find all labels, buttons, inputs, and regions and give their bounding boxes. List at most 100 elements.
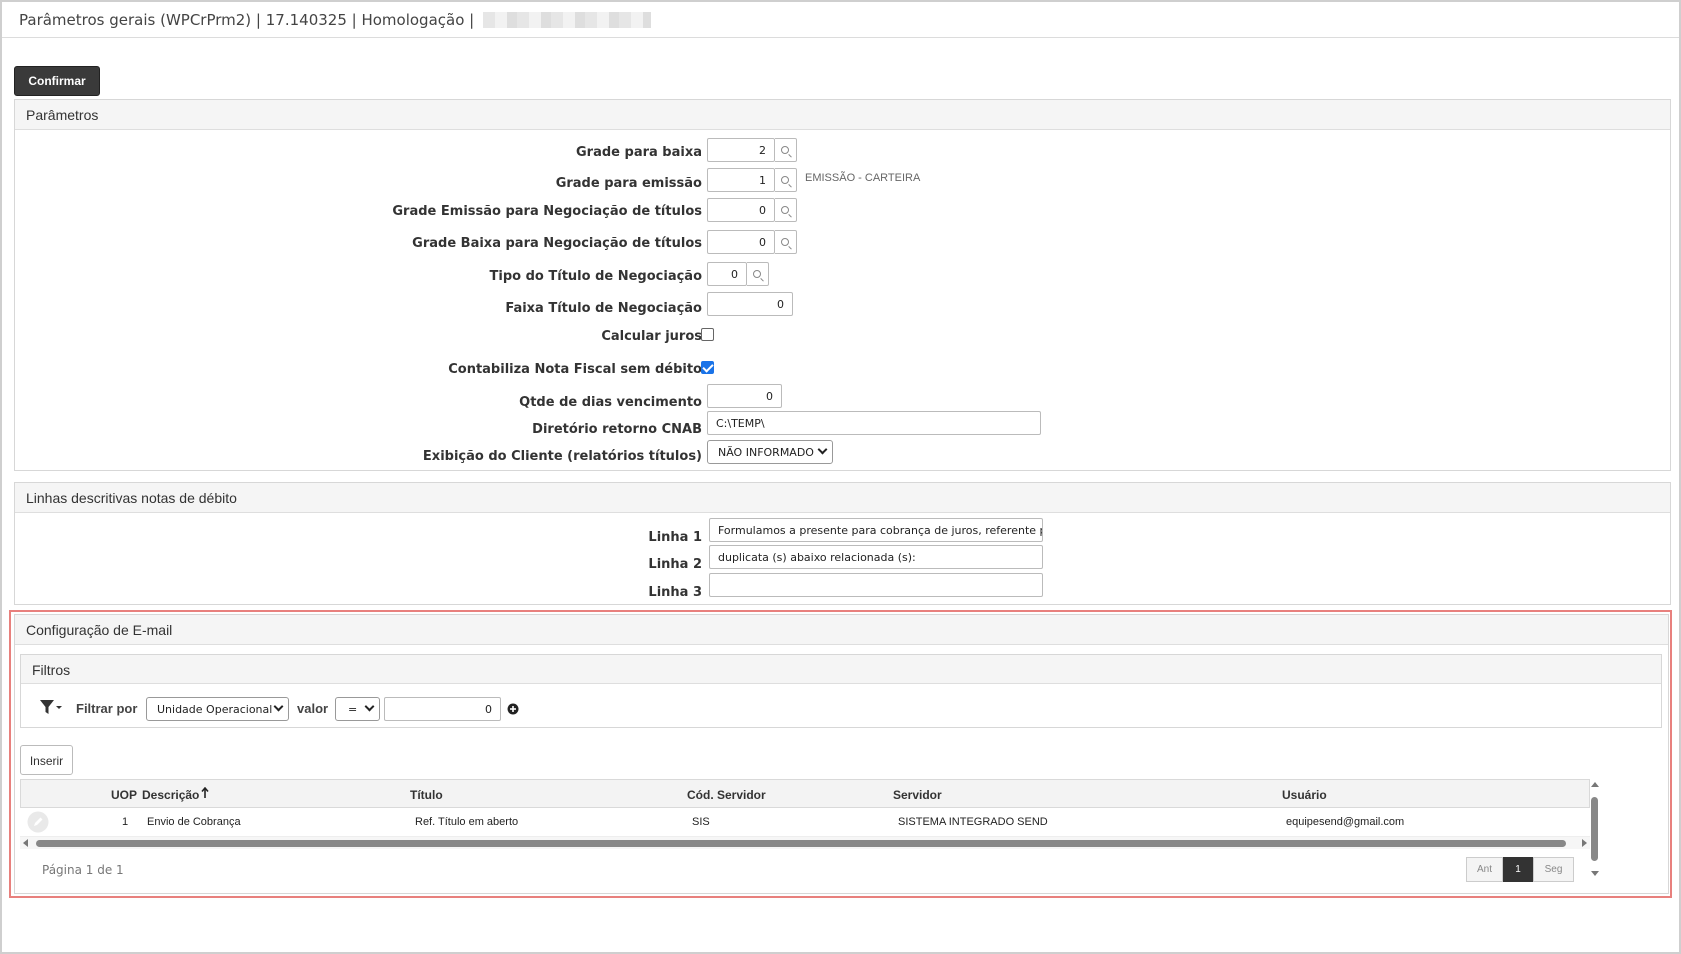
linha3-label-box: Linha 3 bbox=[15, 580, 702, 606]
filtrar-por-select[interactable]: Unidade Operacional bbox=[146, 697, 289, 721]
calcular-juros-checkbox[interactable] bbox=[701, 328, 714, 341]
calcular-juros-label-box: Calcular juros bbox=[15, 324, 702, 350]
column-header-cod-servidor[interactable]: Cód. Servidor bbox=[687, 788, 766, 802]
grade-baixa-input[interactable]: 2 bbox=[707, 138, 775, 162]
grade-emissao-label-box: Grade para emissão bbox=[15, 171, 702, 197]
contabiliza-nf-label: Contabiliza Nota Fiscal sem débito bbox=[448, 362, 702, 377]
scroll-down-icon[interactable] bbox=[1591, 871, 1599, 876]
redacted-environment-name bbox=[482, 12, 651, 28]
email-panel: Configuração de E-mail Filtros Filtrar p… bbox=[14, 614, 1669, 894]
scroll-left-icon[interactable] bbox=[23, 839, 28, 847]
window-title: Parâmetros gerais (WPCrPrm2) | 17.140325… bbox=[19, 11, 475, 29]
linhas-panel-header: Linhas descritivas notas de débito bbox=[15, 483, 1670, 513]
cell-descricao: Envio de Cobrança bbox=[147, 816, 241, 828]
pager-info: Página 1 de 1 bbox=[42, 863, 124, 877]
cell-usuario: equipesend@gmail.com bbox=[1286, 816, 1405, 828]
grade-emissao-neg-label-box: Grade Emissão para Negociação de títulos bbox=[15, 199, 702, 225]
contabiliza-nf-checkbox[interactable] bbox=[701, 361, 714, 374]
grade-emissao-neg-search-button[interactable] bbox=[775, 198, 797, 222]
grade-emissao-neg-input[interactable]: 0 bbox=[707, 198, 775, 222]
grade-emissao-search-button[interactable] bbox=[775, 168, 797, 192]
cell-titulo: Ref. Título em aberto bbox=[415, 816, 519, 828]
chevron-down-icon bbox=[817, 444, 828, 455]
scroll-right-icon[interactable] bbox=[1582, 839, 1587, 847]
parametros-panel-header: Parâmetros bbox=[15, 100, 1670, 130]
tipo-titulo-neg-input[interactable]: 0 bbox=[707, 262, 747, 286]
linha2-label-box: Linha 2 bbox=[15, 552, 702, 578]
exibicao-cliente-select[interactable]: NÃO INFORMADO bbox=[707, 440, 833, 464]
search-icon bbox=[753, 270, 761, 278]
vertical-scroll-thumb[interactable] bbox=[1591, 797, 1598, 861]
grade-emissao-input[interactable]: 1 bbox=[707, 168, 775, 192]
pager-current-page[interactable]: 1 bbox=[1503, 857, 1533, 882]
tipo-titulo-neg-label: Tipo do Título de Negociação bbox=[489, 269, 702, 284]
grade-baixa-neg-label-box: Grade Baixa para Negociação de títulos bbox=[15, 231, 702, 257]
add-filter-icon[interactable] bbox=[507, 703, 519, 715]
tipo-titulo-neg-search-button[interactable] bbox=[747, 262, 769, 286]
linha1-input[interactable]: Formulamos a presente para cobrança de j… bbox=[709, 518, 1043, 542]
column-header-uop[interactable]: UOP bbox=[111, 788, 137, 802]
chevron-down-icon bbox=[364, 701, 375, 712]
filtrar-por-selected-value: Unidade Operacional bbox=[157, 703, 273, 716]
cell-cod-servidor: SIS bbox=[692, 816, 710, 828]
diretorio-cnab-label-box: Diretório retorno CNAB bbox=[15, 417, 702, 443]
pager-prev-button[interactable]: Ant bbox=[1466, 857, 1503, 882]
column-header-titulo[interactable]: Título bbox=[410, 788, 443, 802]
linha2-input[interactable]: duplicata (s) abaixo relacionada (s): bbox=[709, 545, 1043, 569]
cell-uop: 1 bbox=[122, 816, 129, 828]
insert-button[interactable]: Inserir bbox=[20, 745, 73, 775]
edit-pencil-icon[interactable] bbox=[27, 811, 49, 833]
grade-baixa-neg-input[interactable]: 0 bbox=[707, 230, 775, 254]
column-header-descricao[interactable]: Descrição bbox=[142, 788, 199, 802]
pager-next-button[interactable]: Seg bbox=[1533, 857, 1574, 882]
qtde-dias-label: Qtde de dias vencimento bbox=[519, 395, 702, 410]
scroll-up-icon[interactable] bbox=[1591, 782, 1599, 787]
faixa-titulo-neg-input[interactable]: 0 bbox=[707, 292, 793, 316]
confirm-button[interactable]: Confirmar bbox=[14, 66, 100, 96]
search-icon bbox=[781, 176, 789, 184]
grade-baixa-label: Grade para baixa bbox=[576, 145, 702, 160]
search-icon bbox=[781, 146, 789, 154]
operator-select[interactable]: = bbox=[335, 697, 380, 721]
qtde-dias-input[interactable]: 0 bbox=[707, 384, 782, 408]
cell-servidor: SISTEMA INTEGRADO SEND bbox=[898, 816, 1048, 828]
column-header-usuario[interactable]: Usuário bbox=[1282, 788, 1327, 802]
contabiliza-nf-label-box: Contabiliza Nota Fiscal sem débito bbox=[15, 357, 702, 383]
window-title-bar: Parâmetros gerais (WPCrPrm2) | 17.140325… bbox=[2, 2, 1679, 38]
faixa-titulo-neg-label-box: Faixa Título de Negociação bbox=[15, 296, 702, 322]
grade-emissao-description: EMISSÃO - CARTEIRA bbox=[805, 172, 921, 184]
chevron-down-icon bbox=[273, 701, 284, 712]
diretorio-cnab-label: Diretório retorno CNAB bbox=[532, 422, 702, 437]
search-icon bbox=[781, 238, 789, 246]
horizontal-scrollbar[interactable] bbox=[20, 837, 1590, 849]
table-row[interactable]: 1 Envio de Cobrança Ref. Título em abert… bbox=[20, 808, 1590, 837]
exibicao-cliente-selected-value: NÃO INFORMADO bbox=[718, 446, 814, 459]
valor-input[interactable]: 0 bbox=[384, 697, 501, 721]
column-header-descricao-label: Descrição bbox=[142, 788, 200, 802]
grade-emissao-neg-label: Grade Emissão para Negociação de títulos bbox=[392, 204, 702, 219]
linhas-panel: Linhas descritivas notas de débito Linha… bbox=[14, 482, 1671, 605]
qtde-dias-label-box: Qtde de dias vencimento bbox=[15, 390, 702, 416]
column-header-servidor[interactable]: Servidor bbox=[893, 788, 942, 802]
linha3-input[interactable] bbox=[709, 573, 1043, 597]
filtros-panel: Filtros Filtrar por Unidade Operacional … bbox=[20, 654, 1662, 728]
filtros-panel-header: Filtros bbox=[21, 655, 1661, 684]
grade-baixa-neg-search-button[interactable] bbox=[775, 230, 797, 254]
linha1-label: Linha 1 bbox=[648, 530, 702, 545]
horizontal-scroll-thumb[interactable] bbox=[36, 840, 1566, 847]
exibicao-cliente-label-box: Exibição do Cliente (relatórios títulos) bbox=[15, 444, 702, 470]
diretorio-cnab-input[interactable]: C:\TEMP\ bbox=[707, 411, 1041, 435]
search-icon bbox=[781, 206, 789, 214]
vertical-scrollbar[interactable] bbox=[1588, 779, 1602, 879]
filtrar-por-label: Filtrar por bbox=[76, 701, 138, 716]
email-panel-header: Configuração de E-mail bbox=[15, 615, 1668, 645]
grade-baixa-neg-label: Grade Baixa para Negociação de títulos bbox=[412, 236, 702, 251]
linha2-label: Linha 2 bbox=[648, 557, 702, 572]
grade-baixa-search-button[interactable] bbox=[775, 138, 797, 162]
valor-label: valor bbox=[297, 701, 329, 716]
faixa-titulo-neg-label: Faixa Título de Negociação bbox=[505, 301, 702, 316]
linha3-label: Linha 3 bbox=[648, 585, 702, 600]
funnel-icon[interactable] bbox=[39, 699, 63, 715]
sort-ascending-icon bbox=[201, 787, 209, 798]
linha1-label-box: Linha 1 bbox=[15, 525, 702, 551]
